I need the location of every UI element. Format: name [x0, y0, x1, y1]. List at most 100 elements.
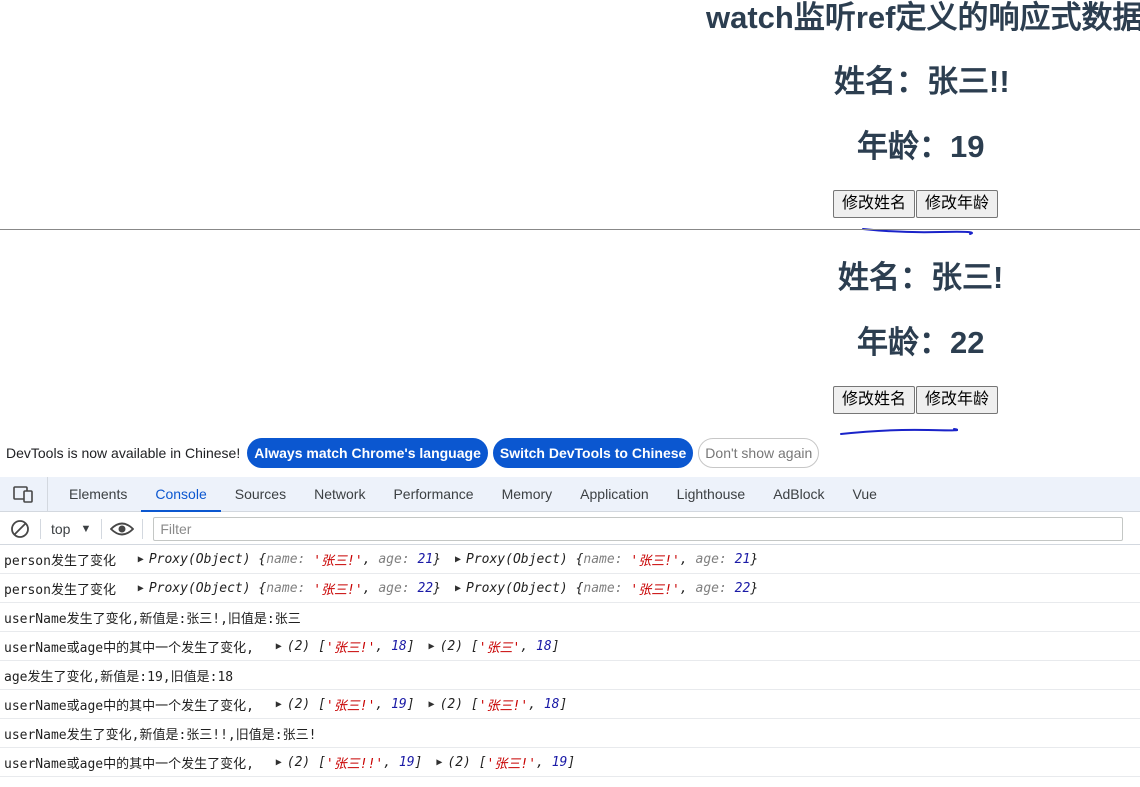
object-value: '张三!' [313, 553, 363, 569]
tab-elements[interactable]: Elements [55, 477, 141, 512]
expand-triangle-icon[interactable]: ▶ [436, 757, 442, 768]
expand-triangle-icon[interactable]: ▶ [429, 699, 435, 710]
age-display: 年龄：22 [857, 325, 985, 360]
key-colon: : [297, 551, 314, 567]
tab-adblock[interactable]: AdBlock [759, 477, 838, 512]
divider [0, 229, 1140, 230]
expandable-object[interactable]: ▶ (2) ['张三!', 19] [262, 695, 415, 714]
expand-triangle-icon[interactable]: ▶ [276, 699, 282, 710]
tab-lighthouse[interactable]: Lighthouse [663, 477, 760, 512]
object-close-bracket: } [750, 551, 759, 567]
object-value: 19 [398, 754, 415, 770]
change-name-button[interactable]: 修改姓名 [833, 386, 916, 414]
object-key: age [695, 580, 719, 596]
expand-triangle-icon[interactable]: ▶ [276, 757, 282, 768]
object-type-label: Proxy(Object) [148, 551, 259, 567]
tab-memory[interactable]: Memory [488, 477, 567, 512]
change-age-button[interactable]: 修改年龄 [916, 190, 999, 218]
object-open-bracket: [ [478, 754, 487, 770]
switch-to-chinese-button[interactable]: Switch DevTools to Chinese [492, 438, 694, 468]
object-open-bracket: [ [318, 696, 326, 712]
expand-triangle-icon[interactable]: ▶ [276, 641, 282, 652]
expandable-object[interactable]: ▶ (2) ['张三!!', 19] [262, 753, 423, 772]
console-filter-input[interactable] [153, 516, 1124, 541]
expandable-object[interactable]: ▶ Proxy(Object) {name: '张三!', age: 21} [124, 550, 441, 569]
log-message: userName或age中的其中一个发生了变化, [4, 640, 262, 656]
console-messages: person发生了变化 ▶ Proxy(Object) {name: '张三!',… [0, 545, 1140, 777]
console-log-row: person发生了变化 ▶ Proxy(Object) {name: '张三!',… [0, 574, 1140, 603]
key-colon: : [401, 551, 418, 567]
name-display: 姓名：张三!! [834, 64, 1010, 99]
expandable-object[interactable]: ▶ Proxy(Object) {name: '张三!', age: 21} [441, 550, 758, 569]
object-value: 19 [551, 754, 568, 770]
separator: , [536, 754, 552, 770]
dont-show-again-button[interactable]: Don't show again [698, 438, 820, 468]
tab-performance[interactable]: Performance [379, 477, 487, 512]
object-close-bracket: } [750, 580, 759, 596]
separator: , [679, 580, 696, 596]
expandable-object[interactable]: ▶ (2) ['张三!', 18] [415, 695, 568, 714]
object-open-bracket: { [575, 580, 584, 596]
object-type-label: (2) [439, 696, 471, 712]
expandable-object[interactable]: ▶ (2) ['张三!', 18] [262, 637, 415, 656]
object-close-bracket: ] [567, 754, 576, 770]
tab-console[interactable]: Console [141, 477, 221, 512]
tab-application[interactable]: Application [566, 477, 663, 512]
expandable-object[interactable]: ▶ (2) ['张三', 18] [415, 637, 560, 656]
devtools-tabs: Elements Console Sources Network Performance… [55, 477, 891, 512]
object-close-bracket: } [433, 551, 441, 567]
object-close-bracket: ] [551, 638, 560, 654]
expandable-object[interactable]: ▶ (2) ['张三!', 19] [422, 753, 575, 772]
expand-triangle-icon[interactable]: ▶ [455, 554, 461, 565]
object-value: 22 [417, 580, 434, 596]
expandable-object[interactable]: ▶ Proxy(Object) {name: '张三!', age: 22} [124, 579, 441, 598]
object-open-bracket: { [258, 580, 267, 596]
eye-icon [110, 522, 135, 535]
object-value: 21 [417, 551, 434, 567]
log-message: userName或age中的其中一个发生了变化, [4, 698, 262, 714]
page-title: watch监听ref定义的响应式数据 [706, 0, 1140, 35]
log-message: person发生了变化 [4, 582, 124, 598]
object-open-bracket: [ [318, 754, 326, 770]
clear-console-button[interactable] [0, 513, 40, 545]
object-open-bracket: [ [470, 696, 479, 712]
key-colon: : [614, 580, 631, 596]
object-key: name [266, 580, 298, 596]
object-open-bracket: { [575, 551, 584, 567]
object-type-label: (2) [286, 638, 319, 654]
tab-vue[interactable]: Vue [839, 477, 891, 512]
log-message: person发生了变化 [4, 553, 124, 569]
expand-triangle-icon[interactable]: ▶ [138, 554, 144, 565]
console-log-row: age发生了变化,新值是:19,旧值是:18 [0, 661, 1140, 690]
object-value: 22 [734, 580, 751, 596]
button-row: 修改姓名 修改年龄 [833, 386, 999, 414]
live-expression-button[interactable] [102, 513, 142, 545]
device-toolbar-toggle[interactable] [0, 476, 48, 512]
object-type-label: (2) [286, 754, 319, 770]
log-message: userName或age中的其中一个发生了变化, [4, 756, 262, 772]
console-log-row: userName发生了变化,新值是:张三!!,旧值是:张三! [0, 719, 1140, 748]
expand-triangle-icon[interactable]: ▶ [138, 583, 144, 594]
always-match-language-button[interactable]: Always match Chrome's language [247, 438, 488, 468]
object-open-bracket: [ [318, 638, 326, 654]
expandable-object[interactable]: ▶ Proxy(Object) {name: '张三!', age: 22} [441, 579, 758, 598]
object-value: '张三!' [630, 553, 680, 569]
object-open-bracket: { [258, 551, 267, 567]
key-colon: : [297, 580, 314, 596]
console-log-row: userName发生了变化,新值是:张三!,旧值是:张三 [0, 603, 1140, 632]
object-value: '张三' [478, 640, 521, 656]
expand-triangle-icon[interactable]: ▶ [455, 583, 461, 594]
console-log-row: userName或age中的其中一个发生了变化, ▶ (2) ['张三!', 18… [0, 632, 1140, 661]
change-name-button[interactable]: 修改姓名 [833, 190, 916, 218]
object-key: age [695, 551, 719, 567]
device-mode-icon [12, 486, 33, 503]
object-close-bracket: ] [406, 638, 415, 654]
tab-network[interactable]: Network [300, 477, 379, 512]
key-colon: : [719, 580, 735, 596]
expand-triangle-icon[interactable]: ▶ [429, 641, 435, 652]
tab-sources[interactable]: Sources [221, 477, 300, 512]
change-age-button[interactable]: 修改年龄 [916, 386, 999, 414]
separator: , [362, 551, 379, 567]
context-selector[interactable]: top ▼ [41, 513, 101, 545]
separator: , [520, 638, 537, 654]
